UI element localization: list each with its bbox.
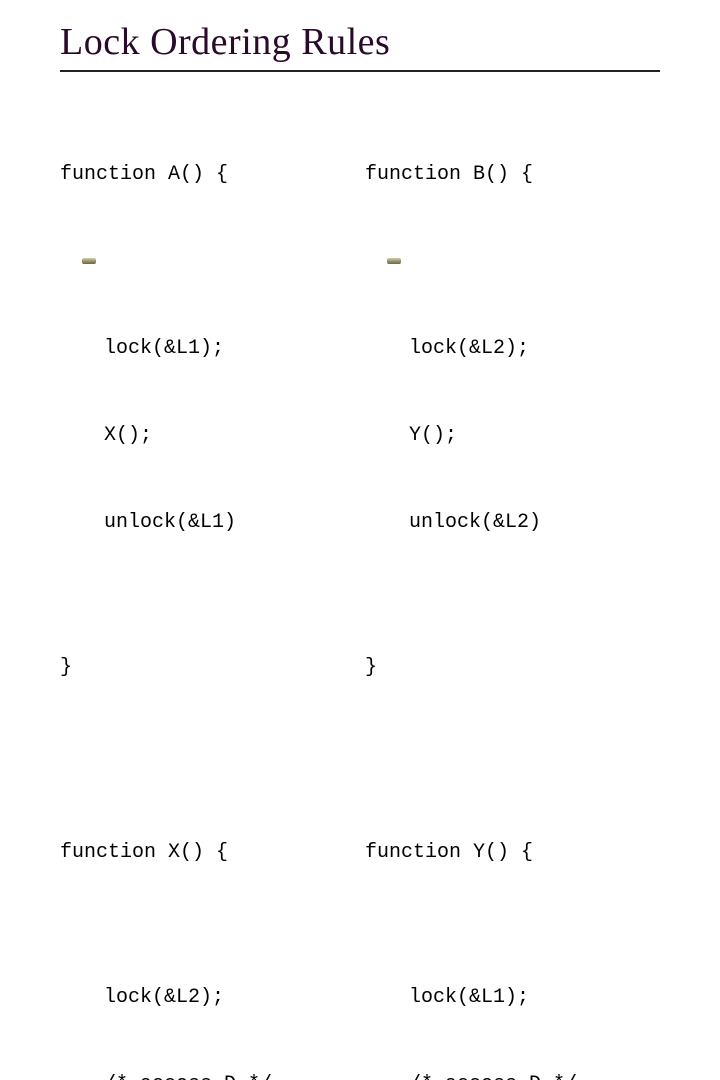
function-body: lock(&L1); /* access D */ unlock(&L1); bbox=[409, 925, 660, 1080]
function-signature: function B() { bbox=[365, 160, 660, 189]
code-line: Y(); bbox=[409, 421, 660, 450]
code-line: /* access D */ bbox=[409, 1070, 660, 1080]
function-b: function B() { lock(&L2); Y(); unlock(&L… bbox=[365, 102, 660, 740]
title-underline bbox=[60, 70, 660, 72]
code-line: lock(&L2); bbox=[104, 983, 355, 1012]
code-line: unlock(&L2) bbox=[409, 508, 660, 537]
code-line: unlock(&L1) bbox=[104, 508, 355, 537]
function-x: function X() { lock(&L2); /* access D */… bbox=[60, 780, 355, 1080]
function-signature: function A() { bbox=[60, 160, 355, 189]
close-brace: } bbox=[365, 653, 660, 682]
function-body: lock(&L2); Y(); unlock(&L2) bbox=[409, 247, 660, 595]
function-signature: function Y() { bbox=[365, 838, 660, 867]
function-a: function A() { lock(&L1); X(); unlock(&L… bbox=[60, 102, 355, 740]
function-body: lock(&L2); /* access D */ unlock(&L2); bbox=[104, 925, 355, 1080]
function-body: lock(&L1); X(); unlock(&L1) bbox=[104, 247, 355, 595]
bullet-icon bbox=[387, 258, 401, 264]
function-signature: function X() { bbox=[60, 838, 355, 867]
slide-title: Lock Ordering Rules bbox=[60, 20, 660, 64]
close-brace: } bbox=[60, 653, 355, 682]
function-y: function Y() { lock(&L1); /* access D */… bbox=[365, 780, 660, 1080]
code-line: lock(&L1); bbox=[409, 983, 660, 1012]
code-line: lock(&L2); bbox=[409, 334, 660, 363]
code-line: X(); bbox=[104, 421, 355, 450]
code-grid: function A() { lock(&L1); X(); unlock(&L… bbox=[60, 102, 660, 1080]
bullet-icon bbox=[82, 258, 96, 264]
code-line: lock(&L1); bbox=[104, 334, 355, 363]
code-line: /* access D */ bbox=[104, 1070, 355, 1080]
